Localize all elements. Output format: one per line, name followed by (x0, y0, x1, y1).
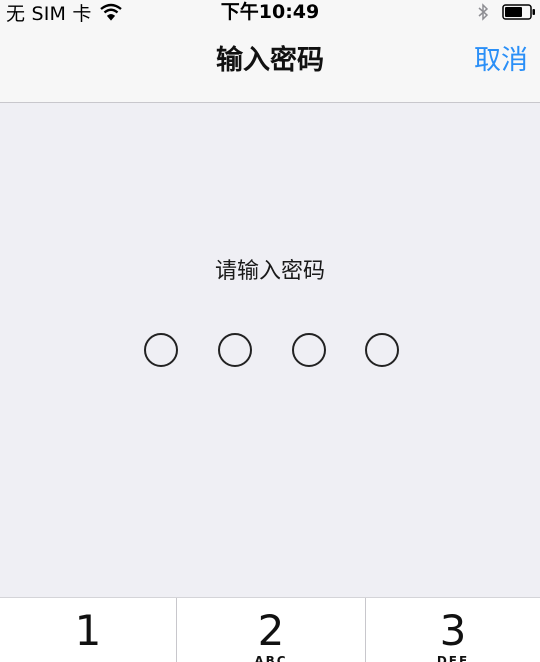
key-number: 3 (439, 606, 467, 655)
status-right (476, 0, 536, 24)
key-number: 1 (74, 606, 102, 655)
key-2[interactable]: 2 ABC (177, 598, 365, 662)
key-1[interactable]: 1 (0, 598, 176, 662)
nav-bar: 输入密码 取消 (0, 28, 540, 103)
key-number: 2 (257, 606, 285, 655)
key-letters: DEF (436, 654, 470, 662)
passcode-screen: 无 SIM 卡 下午10:49 输入密码 取消 请输入密码 1 2 ABC 3 … (0, 0, 540, 662)
numeric-keypad: 1 2 ABC 3 DEF (0, 597, 540, 662)
passcode-dot-1 (144, 333, 178, 367)
passcode-dot-4 (365, 333, 399, 367)
nav-title: 输入密码 (216, 45, 324, 76)
passcode-dot-2 (218, 333, 252, 367)
status-time: 下午10:49 (220, 1, 320, 23)
passcode-prompt: 请输入密码 (214, 259, 325, 284)
passcode-dot-3 (292, 333, 326, 367)
cancel-button[interactable]: 取消 (474, 24, 528, 98)
battery-icon (502, 4, 536, 20)
passcode-dots (0, 333, 540, 367)
key-letters: ABC (254, 654, 288, 662)
key-3[interactable]: 3 DEF (366, 598, 540, 662)
bluetooth-icon (476, 3, 490, 21)
